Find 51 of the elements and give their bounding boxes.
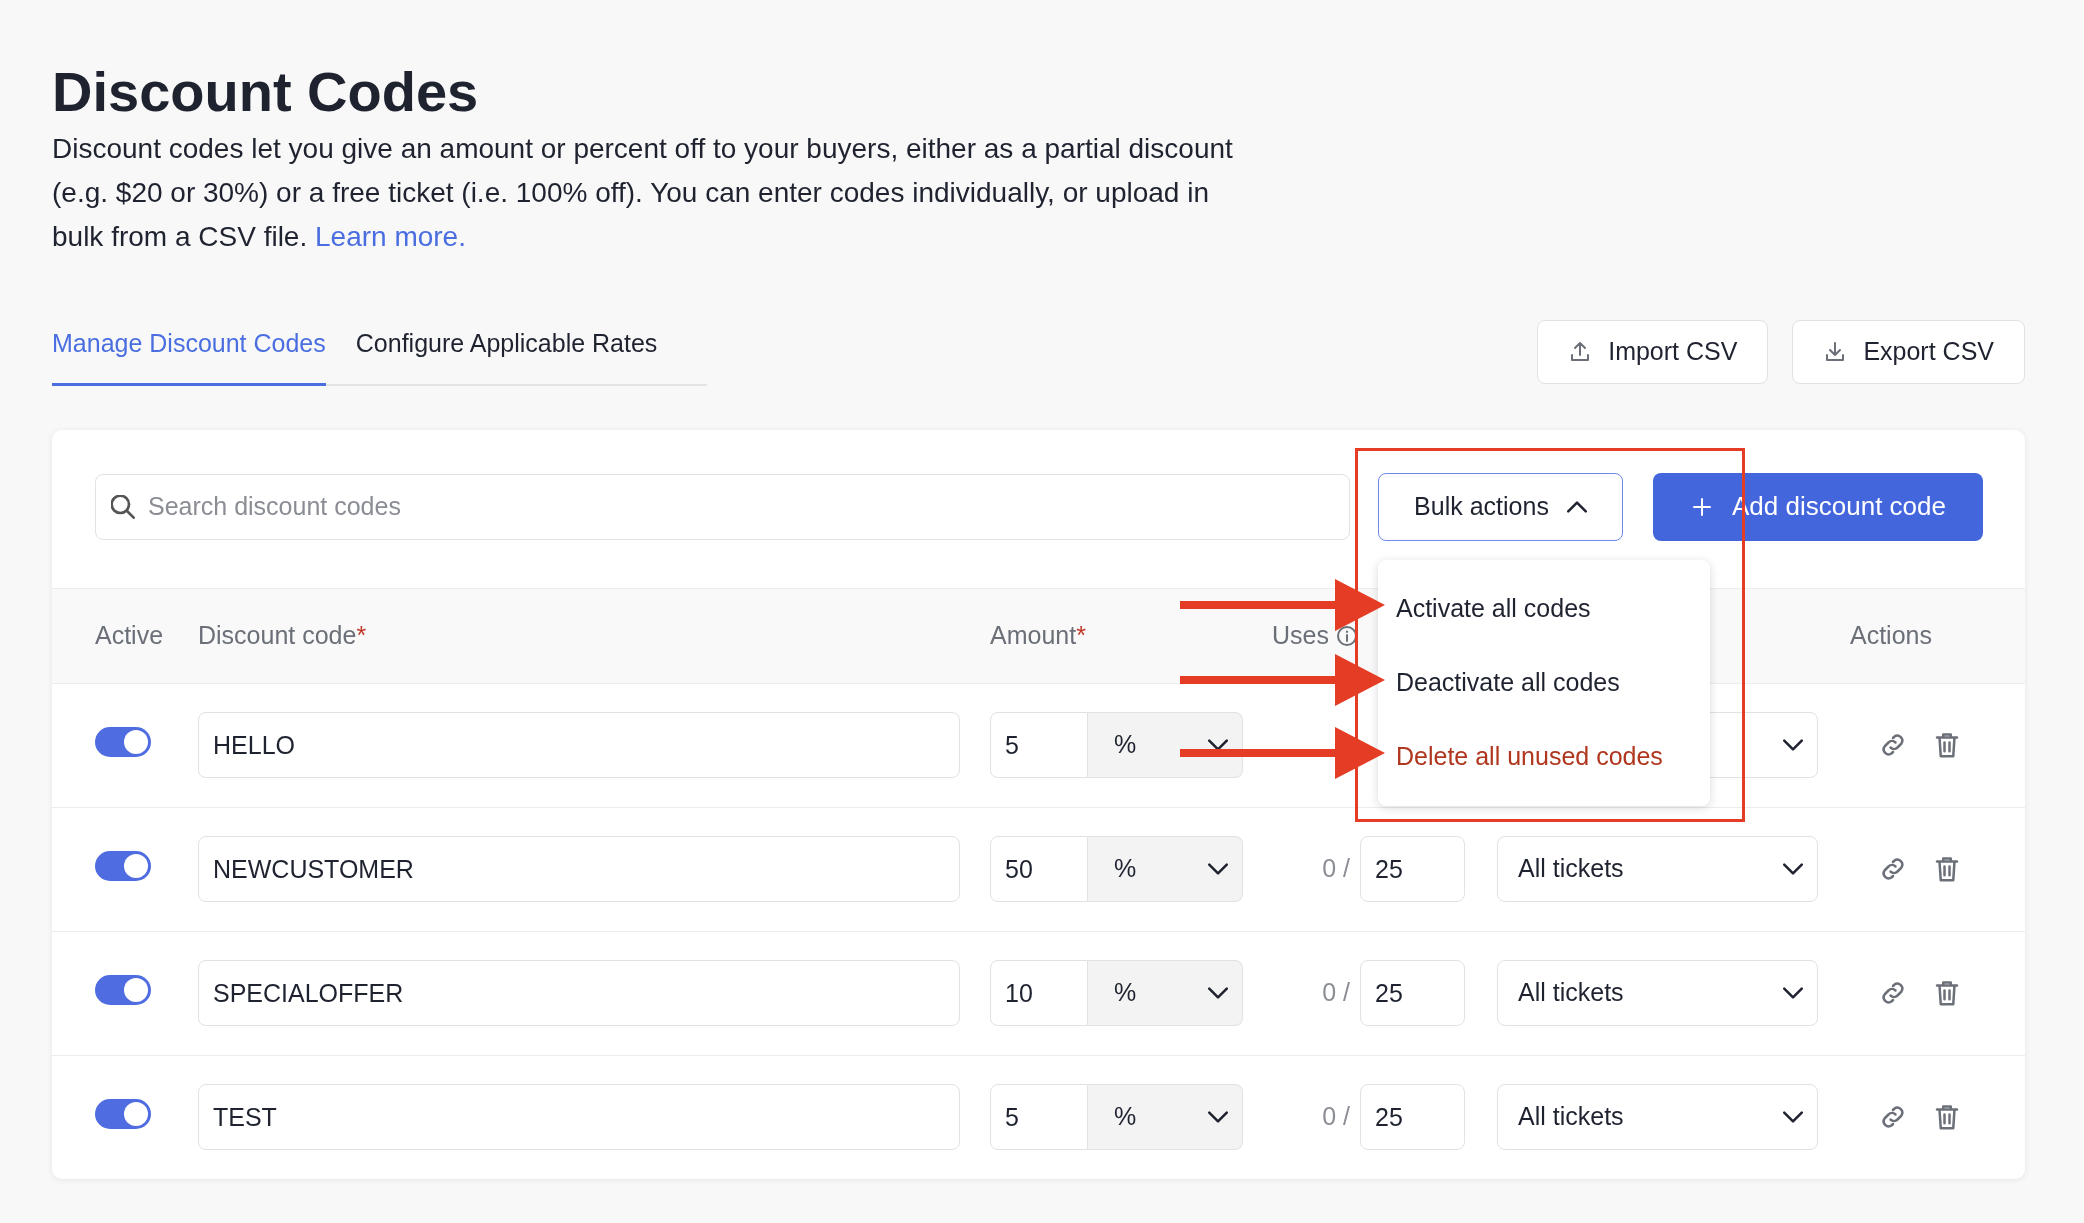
code-field[interactable]: NEWCUSTOMER (198, 836, 960, 903)
menu-item[interactable]: Activate all codes (1378, 571, 1710, 646)
toggle-switch[interactable] (95, 974, 151, 1005)
amount-field[interactable]: 5 (990, 1084, 1088, 1151)
ticket-select[interactable]: All tickets (1497, 960, 1818, 1027)
search-icon (111, 494, 135, 519)
page-title: Discount Codes (52, 59, 480, 125)
uses-limit-field[interactable]: 25 (1360, 960, 1465, 1027)
column-header: Discount code* (198, 619, 367, 651)
code-field[interactable]: SPECIALOFFER (198, 960, 960, 1027)
column-header: Actions (1850, 619, 1932, 651)
chevron-icon (1208, 739, 1228, 752)
uses-count: 0 / (1322, 1101, 1350, 1133)
import-button[interactable]: Import CSV (1537, 319, 1769, 384)
code-field[interactable]: TEST (198, 1084, 960, 1151)
ticket-select[interactable]: All tickets (1497, 836, 1818, 903)
unit-select[interactable]: % (1088, 836, 1243, 903)
uses-count: 0 / (1322, 977, 1350, 1009)
export-button[interactable]: Export CSV (1792, 319, 2025, 384)
ticket-select[interactable]: All tickets (1497, 1084, 1818, 1151)
chevron-icon (1208, 987, 1228, 1000)
chevron-icon (1783, 1111, 1803, 1124)
menu-item[interactable]: Delete all unused codes (1378, 719, 1710, 794)
column-header: Active (95, 619, 164, 651)
chevron-icon (1783, 739, 1803, 752)
chevron-icon (1208, 1111, 1228, 1124)
uses-count: 0 / (1322, 853, 1350, 885)
unit-select[interactable]: % (1088, 712, 1243, 779)
uses-limit-field[interactable]: 25 (1360, 1084, 1465, 1151)
learn-more-link[interactable]: Learn more. (315, 221, 466, 253)
search-field[interactable]: Search discount codes (95, 473, 1350, 540)
tab[interactable]: Manage Discount Codes (52, 307, 326, 386)
amount-field[interactable]: 5 (990, 712, 1088, 779)
description-text: Discount codes let you give an amount or percent off to your buyers, either as a partial discount (e.g. $20 or 30%) or a free ticket (i.e. 100% off). You can enter codes individually, or upload in bulk from a CSV file. Learn more. (52, 132, 1234, 255)
amount-field[interactable]: 50 (990, 836, 1088, 903)
toggle-switch[interactable] (95, 850, 151, 881)
uses-limit-field[interactable]: 25 (1360, 836, 1465, 903)
amount-field[interactable]: 10 (990, 960, 1088, 1027)
tab[interactable]: Configure Applicable Rates (355, 307, 658, 386)
toggle-switch[interactable] (95, 1098, 151, 1129)
toggle-switch[interactable] (95, 726, 151, 757)
unit-select[interactable]: % (1088, 960, 1243, 1027)
chevron-icon (1208, 863, 1228, 876)
chevron-icon (1783, 863, 1803, 876)
chevron-icon (1783, 987, 1803, 1000)
unit-select[interactable]: % (1088, 1084, 1243, 1151)
code-field[interactable]: HELLO (198, 712, 960, 779)
column-header: Amount* (990, 619, 1086, 651)
bulk-actions-button[interactable]: Bulk actions (1378, 472, 1623, 541)
column-header: Uses (1272, 619, 1329, 651)
menu-item[interactable]: Deactivate all codes (1378, 645, 1710, 720)
